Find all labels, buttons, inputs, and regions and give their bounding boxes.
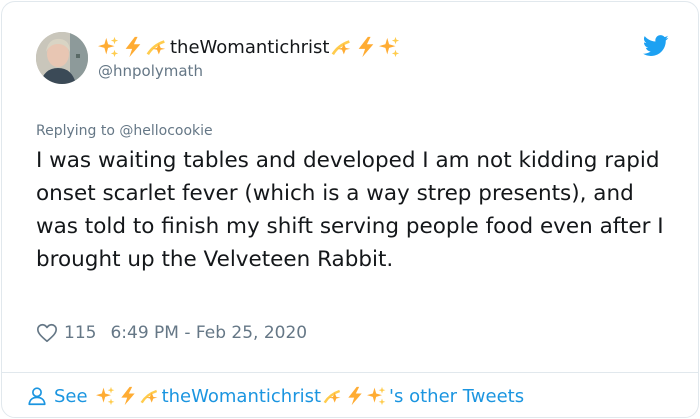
high-voltage-icon (345, 386, 365, 406)
like-count[interactable]: 115 (64, 323, 96, 343)
high-voltage-icon (122, 36, 144, 58)
timestamp-link[interactable]: 6:49 PM - Feb 25, 2020 (110, 323, 307, 343)
tweet-meta: 115 6:49 PM - Feb 25, 2020 (36, 318, 307, 348)
author-handle[interactable]: @hnpolymath (98, 62, 203, 80)
replying-to: Replying to @hellocookie (36, 123, 213, 139)
author-display-name: theWomantichrist (170, 36, 330, 58)
sparkles-icon (95, 386, 116, 406)
footer-suffix: 's other Tweets (389, 385, 525, 407)
divider (2, 372, 698, 373)
avatar[interactable] (36, 32, 88, 84)
footer-author-name: theWomantichrist (161, 385, 322, 407)
dizzy-icon (331, 36, 353, 58)
sparkles-icon (379, 36, 401, 58)
high-voltage-icon (355, 36, 377, 58)
see-other-tweets-link[interactable]: See theWomantichrist 's other Tweets (26, 382, 524, 410)
person-icon (28, 387, 46, 406)
sparkles-icon (98, 36, 120, 58)
dizzy-icon (146, 36, 168, 58)
reply-mention-link[interactable]: @hellocookie (119, 123, 212, 139)
see-label: See (54, 385, 88, 407)
sparkles-icon (367, 386, 387, 406)
author-name-row[interactable]: theWomantichrist (98, 32, 403, 62)
replying-to-prefix: Replying to (36, 123, 115, 139)
high-voltage-icon (118, 386, 138, 406)
dizzy-icon (323, 386, 343, 406)
tweet-text: I was waiting tables and developed I am … (36, 148, 664, 272)
dizzy-icon (140, 386, 160, 406)
tweet-card: theWomantichrist @hnpolymath Replying to… (1, 1, 699, 418)
twitter-bird-icon[interactable] (643, 35, 669, 57)
heart-icon[interactable] (36, 322, 58, 344)
